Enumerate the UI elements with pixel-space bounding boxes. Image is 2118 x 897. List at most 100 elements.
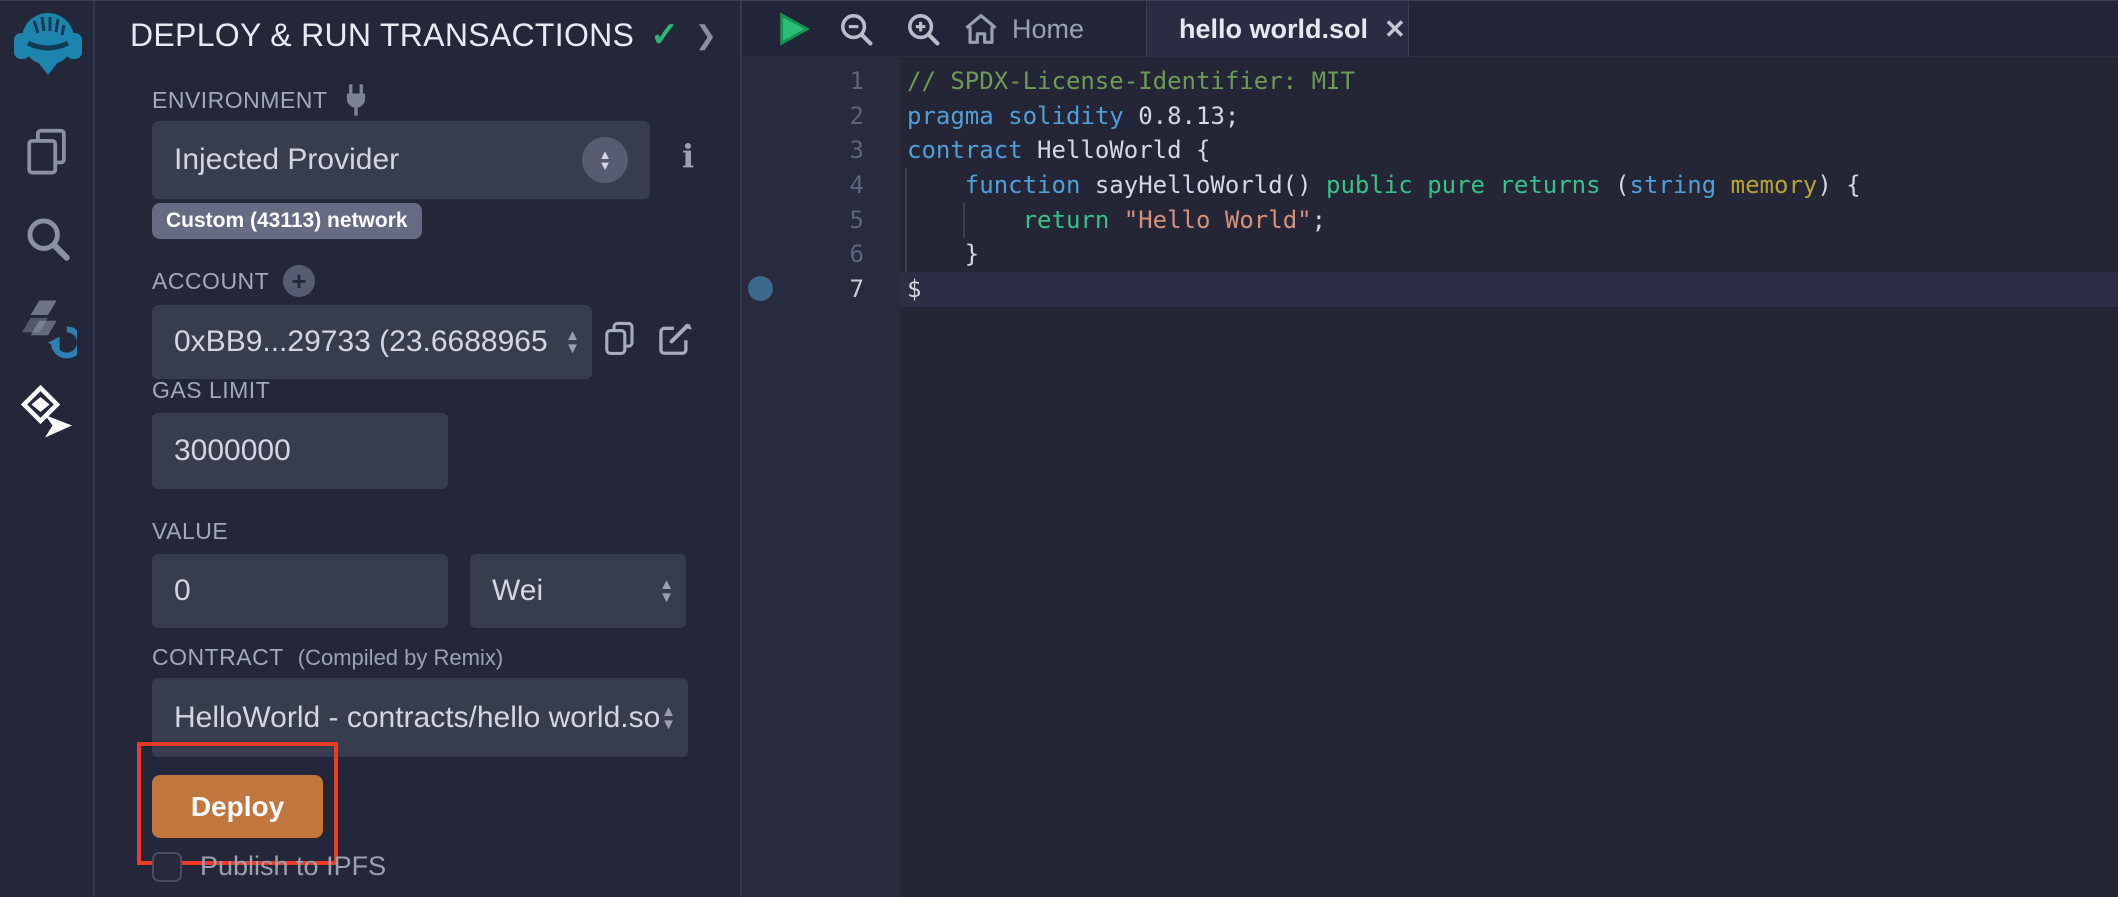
code-token xyxy=(1485,171,1499,199)
environment-select[interactable]: Injected Provider ▲ ▼ xyxy=(152,121,650,199)
code-token xyxy=(1109,206,1123,234)
code-token: $ xyxy=(907,275,921,303)
value-amount: 0 xyxy=(174,574,191,608)
compile-success-check-icon: ✓ xyxy=(650,15,679,55)
add-account-button[interactable]: + xyxy=(283,265,315,297)
code-token: pragma xyxy=(907,102,994,130)
panel-title-text: DEPLOY & RUN TRANSACTIONS xyxy=(130,17,634,54)
sidebar-item-search[interactable] xyxy=(0,213,95,265)
code-token xyxy=(907,206,1023,234)
remix-ide: { "glyphs": { "check": "✓", "chevron_rig… xyxy=(0,0,2118,896)
line-number[interactable]: 4 xyxy=(742,168,864,203)
sidebar-item-deploy-run[interactable] xyxy=(0,385,95,439)
search-icon xyxy=(22,213,74,265)
network-badge: Custom (43113) network xyxy=(152,203,422,239)
panel-title: DEPLOY & RUN TRANSACTIONS ✓ ❯ xyxy=(130,15,740,55)
code-line[interactable]: function sayHelloWorld() public pure ret… xyxy=(907,168,2118,203)
line-number[interactable]: 3 xyxy=(742,133,864,168)
contract-label-note: (Compiled by Remix) xyxy=(298,645,503,671)
code-token xyxy=(994,102,1008,130)
publish-ipfs-checkbox[interactable] xyxy=(152,852,182,882)
value-label-text: VALUE xyxy=(152,518,228,545)
environment-label: ENVIRONMENT xyxy=(152,83,371,117)
code-token: return xyxy=(1023,206,1110,234)
zoom-in-icon xyxy=(905,11,941,47)
deploy-button[interactable]: Deploy xyxy=(152,775,323,838)
tab-home[interactable]: Home xyxy=(964,1,1084,57)
down-arrow-icon: ▼ xyxy=(661,718,676,731)
code-token: string xyxy=(1630,171,1717,199)
zoom-in-button[interactable] xyxy=(905,11,941,47)
code-token: ) { xyxy=(1817,171,1860,199)
code-line[interactable]: return "Hello World"; xyxy=(907,203,2118,238)
gas-limit-label-text: GAS LIMIT xyxy=(152,377,270,404)
deploy-run-panel: DEPLOY & RUN TRANSACTIONS ✓ ❯ ENVIRONMEN… xyxy=(97,1,740,897)
sidebar-item-solidity-compiler[interactable] xyxy=(0,297,95,359)
code-token xyxy=(1716,171,1730,199)
code-token xyxy=(907,171,965,199)
line-number[interactable]: 5 xyxy=(742,203,864,238)
zoom-out-icon xyxy=(838,11,874,47)
line-number[interactable]: 2 xyxy=(742,99,864,134)
code-line[interactable]: // SPDX-License-Identifier: MIT xyxy=(907,64,2118,99)
account-label: ACCOUNT + xyxy=(152,265,315,297)
account-select[interactable]: 0xBB9...29733 (23.6688965 ▲ ▼ xyxy=(152,305,592,379)
code-token: sayHelloWorld() xyxy=(1080,171,1326,199)
tab-hello-world-sol[interactable]: hello world.sol ✕ xyxy=(1146,1,1409,57)
solidity-compiler-icon xyxy=(19,297,77,359)
line-number[interactable]: 6 xyxy=(742,237,864,272)
code-line[interactable]: $ xyxy=(907,272,2118,307)
code-token: solidity xyxy=(1008,102,1124,130)
collapse-panel-chevron-icon[interactable]: ❯ xyxy=(695,20,717,51)
contract-selected-value: HelloWorld - contracts/hello world.sol xyxy=(174,701,667,735)
code-token: // SPDX-License-Identifier: MIT xyxy=(907,67,1355,95)
code-token: memory xyxy=(1731,171,1818,199)
edit-icon xyxy=(655,319,693,359)
zoom-out-button[interactable] xyxy=(838,11,874,47)
gas-limit-value: 3000000 xyxy=(174,434,291,468)
remix-logo[interactable] xyxy=(0,7,95,79)
environment-selected-value: Injected Provider xyxy=(174,143,399,177)
close-tab-icon[interactable]: ✕ xyxy=(1384,14,1406,45)
environment-info-icon[interactable]: i xyxy=(682,137,694,175)
contract-select-stepper-icon: ▲ ▼ xyxy=(661,705,676,731)
tab-hello-world-sol-label: hello world.sol xyxy=(1179,14,1368,45)
line-number[interactable]: 1 xyxy=(742,64,864,99)
copy-account-button[interactable] xyxy=(602,319,638,359)
run-script-button[interactable] xyxy=(776,12,810,46)
code-editor[interactable]: 1234567 // SPDX-License-Identifier: MIT p… xyxy=(742,58,2118,897)
value-unit-selected: Wei xyxy=(492,574,543,608)
sidebar-item-file-explorer[interactable] xyxy=(0,125,95,177)
code-token: } xyxy=(907,240,979,268)
environment-label-text: ENVIRONMENT xyxy=(152,87,327,114)
value-unit-select[interactable]: Wei ▲ ▼ xyxy=(470,554,686,628)
copy-icon xyxy=(602,319,638,359)
home-icon xyxy=(964,13,998,45)
value-label: VALUE xyxy=(152,518,228,545)
editor-pane: Home hello world.sol ✕ 1234567 // SPDX-L… xyxy=(740,1,2118,897)
code-token: public xyxy=(1326,171,1413,199)
code-token: returns xyxy=(1499,171,1600,199)
editor-tabbar: Home hello world.sol ✕ xyxy=(742,1,2118,57)
code-token: pure xyxy=(1427,171,1485,199)
value-input[interactable]: 0 xyxy=(152,554,448,628)
code-lines[interactable]: // SPDX-License-Identifier: MIT pragma so… xyxy=(907,64,2118,307)
line-number[interactable]: 7 xyxy=(742,272,864,307)
gas-limit-label: GAS LIMIT xyxy=(152,377,270,404)
remix-logo-icon xyxy=(12,7,84,79)
code-line[interactable]: contract HelloWorld { xyxy=(907,133,2118,168)
plus-icon: + xyxy=(291,266,307,297)
code-token xyxy=(1413,171,1427,199)
account-select-stepper-icon: ▲ ▼ xyxy=(561,329,580,355)
environment-select-stepper-icon: ▲ ▼ xyxy=(582,137,628,183)
edit-account-button[interactable] xyxy=(655,319,693,359)
gutter-numbers[interactable]: 1234567 xyxy=(742,64,864,307)
gas-limit-input[interactable]: 3000000 xyxy=(152,413,448,489)
code-line[interactable]: pragma solidity 0.8.13; xyxy=(907,99,2118,134)
activity-bar xyxy=(0,1,95,897)
down-arrow-icon: ▼ xyxy=(599,160,612,171)
code-line[interactable]: } xyxy=(907,237,2118,272)
code-token: function xyxy=(965,171,1081,199)
file-explorer-icon xyxy=(22,125,74,177)
tab-home-label: Home xyxy=(1012,14,1084,45)
